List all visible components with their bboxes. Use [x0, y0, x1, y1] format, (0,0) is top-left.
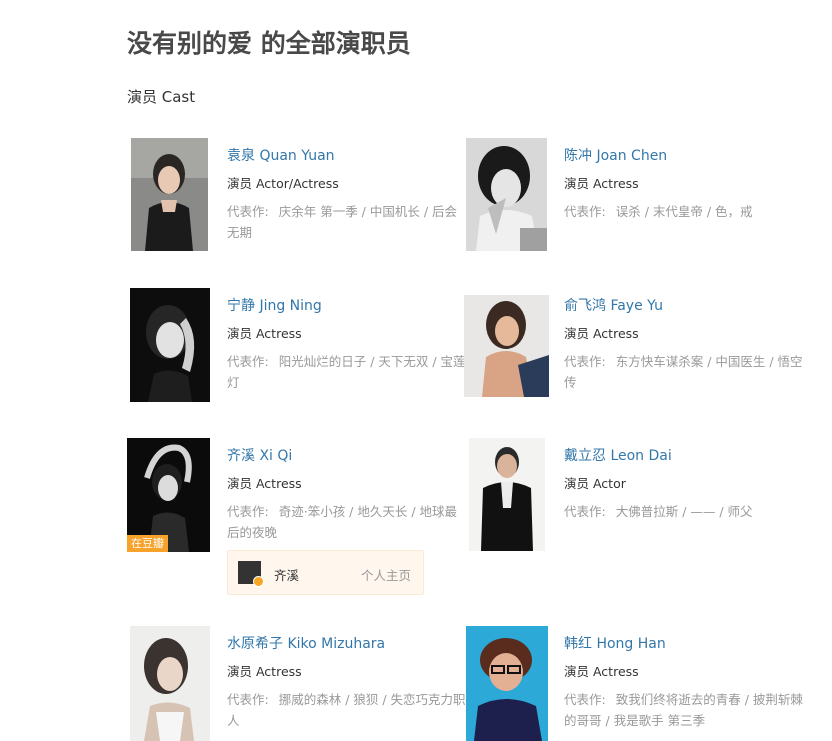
actor-works: 代表作: 挪威的森林 / 狼狈 / 失恋巧克力职人: [227, 689, 467, 731]
works-label: 代表作:: [564, 504, 606, 519]
actor-name-link[interactable]: 陈冲 Joan Chen: [564, 147, 667, 165]
actor-role: 演员 Actress: [227, 476, 302, 491]
actor-works: 代表作: 奇迹·笨小孩 / 地久天长 / 地球最后的夜晚: [227, 501, 463, 543]
actor-photo[interactable]: 在豆瓣: [127, 438, 210, 552]
actor-photo[interactable]: [466, 626, 548, 741]
works-label: 代表作:: [564, 692, 606, 707]
actor-photo[interactable]: [130, 626, 210, 741]
works-label: 代表作:: [227, 504, 269, 519]
works-label: 代表作:: [564, 354, 606, 369]
actor-name-link[interactable]: 韩红 Hong Han: [564, 635, 666, 653]
actor-works: 代表作: 致我们终将逝去的青春 / 披荆斩棘的哥哥 / 我是歌手 第三季: [564, 689, 808, 731]
douban-badge: 在豆瓣: [127, 535, 168, 552]
actor-name-link[interactable]: 水原希子 Kiko Mizuhara: [227, 635, 385, 653]
page: 没有别的爱 的全部演职员 演员 Cast 袁泉 Quan Yuan 演员 Act…: [0, 0, 832, 741]
actor-name-link[interactable]: 戴立忍 Leon Dai: [564, 447, 672, 465]
page-title: 没有别的爱 的全部演职员: [127, 29, 411, 58]
actor-name-link[interactable]: 齐溪 Xi Qi: [227, 447, 292, 465]
actor-role: 演员 Actress: [564, 664, 639, 679]
actor-role: 演员 Actor: [564, 476, 626, 491]
actor-role: 演员 Actress: [227, 326, 302, 341]
actor-role: 演员 Actress: [564, 326, 639, 341]
actor-role: 演员 Actress: [227, 664, 302, 679]
profile-homepage-link[interactable]: 个人主页: [361, 565, 411, 584]
actor-photo[interactable]: [464, 295, 549, 397]
actor-photo[interactable]: [131, 138, 208, 251]
actor-photo[interactable]: [466, 138, 547, 251]
profile-name: 齐溪: [274, 568, 300, 583]
actor-name-link[interactable]: 袁泉 Quan Yuan: [227, 147, 335, 165]
actor-role: 演员 Actor/Actress: [227, 176, 339, 191]
works-label: 代表作:: [564, 204, 606, 219]
works-label: 代表作:: [227, 354, 269, 369]
works-list[interactable]: 大佛普拉斯 / —— / 师父: [616, 504, 753, 519]
actor-photo[interactable]: [469, 438, 545, 551]
verified-icon: [253, 576, 264, 587]
actor-works: 代表作: 东方快车谋杀案 / 中国医生 / 悟空传: [564, 351, 804, 393]
actor-name-link[interactable]: 俞飞鸿 Faye Yu: [564, 297, 663, 315]
actor-name-link[interactable]: 宁静 Jing Ning: [227, 297, 322, 315]
actor-works: 代表作: 误杀 / 末代皇帝 / 色，戒: [564, 201, 804, 222]
actor-role: 演员 Actress: [564, 176, 639, 191]
works-label: 代表作:: [227, 692, 269, 707]
actor-works: 代表作: 大佛普拉斯 / —— / 师父: [564, 501, 804, 522]
actor-photo[interactable]: [130, 288, 210, 402]
actor-works: 代表作: 阳光灿烂的日子 / 天下无双 / 宝莲灯: [227, 351, 467, 393]
works-label: 代表作:: [227, 204, 269, 219]
section-title: 演员 Cast: [127, 88, 196, 106]
works-list[interactable]: 误杀 / 末代皇帝 / 色，戒: [616, 204, 753, 219]
actor-works: 代表作: 庆余年 第一季 / 中国机长 / 后会无期: [227, 201, 459, 243]
profile-card[interactable]: 齐溪 个人主页: [227, 550, 424, 595]
